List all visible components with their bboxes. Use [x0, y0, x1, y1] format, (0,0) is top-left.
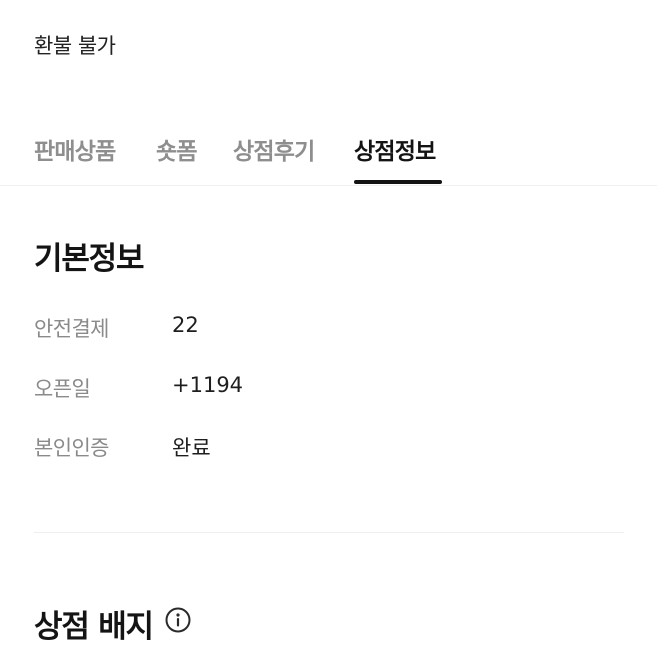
info-value: 22 [172, 313, 199, 337]
info-label: 안전결제 [34, 317, 109, 341]
info-value: 완료 [172, 436, 211, 460]
active-tab-indicator [354, 180, 442, 184]
section-divider [34, 532, 624, 533]
refund-policy-text: 환불 불가 [34, 34, 116, 58]
tab-shortform[interactable]: 숏폼 [156, 132, 198, 166]
info-row-open-date: 오픈일 +1194 [34, 373, 614, 403]
info-circle-icon[interactable] [165, 607, 191, 633]
info-value: +1194 [172, 373, 244, 397]
info-label: 오픈일 [34, 377, 91, 401]
tab-shop-info[interactable]: 상점정보 [354, 132, 436, 166]
shop-tabs: 판매상품 숏폼 상점후기 상점정보 [0, 128, 657, 186]
info-label: 본인인증 [34, 436, 109, 460]
tab-products[interactable]: 판매상품 [34, 132, 116, 166]
info-row-identity-verification: 본인인증 완료 [34, 432, 614, 462]
shop-badge-title: 상점 배지 [34, 609, 154, 645]
info-row-safe-payment: 안전결제 22 [34, 313, 614, 343]
basic-info-title: 기본정보 [34, 241, 144, 277]
tab-reviews[interactable]: 상점후기 [233, 132, 315, 166]
